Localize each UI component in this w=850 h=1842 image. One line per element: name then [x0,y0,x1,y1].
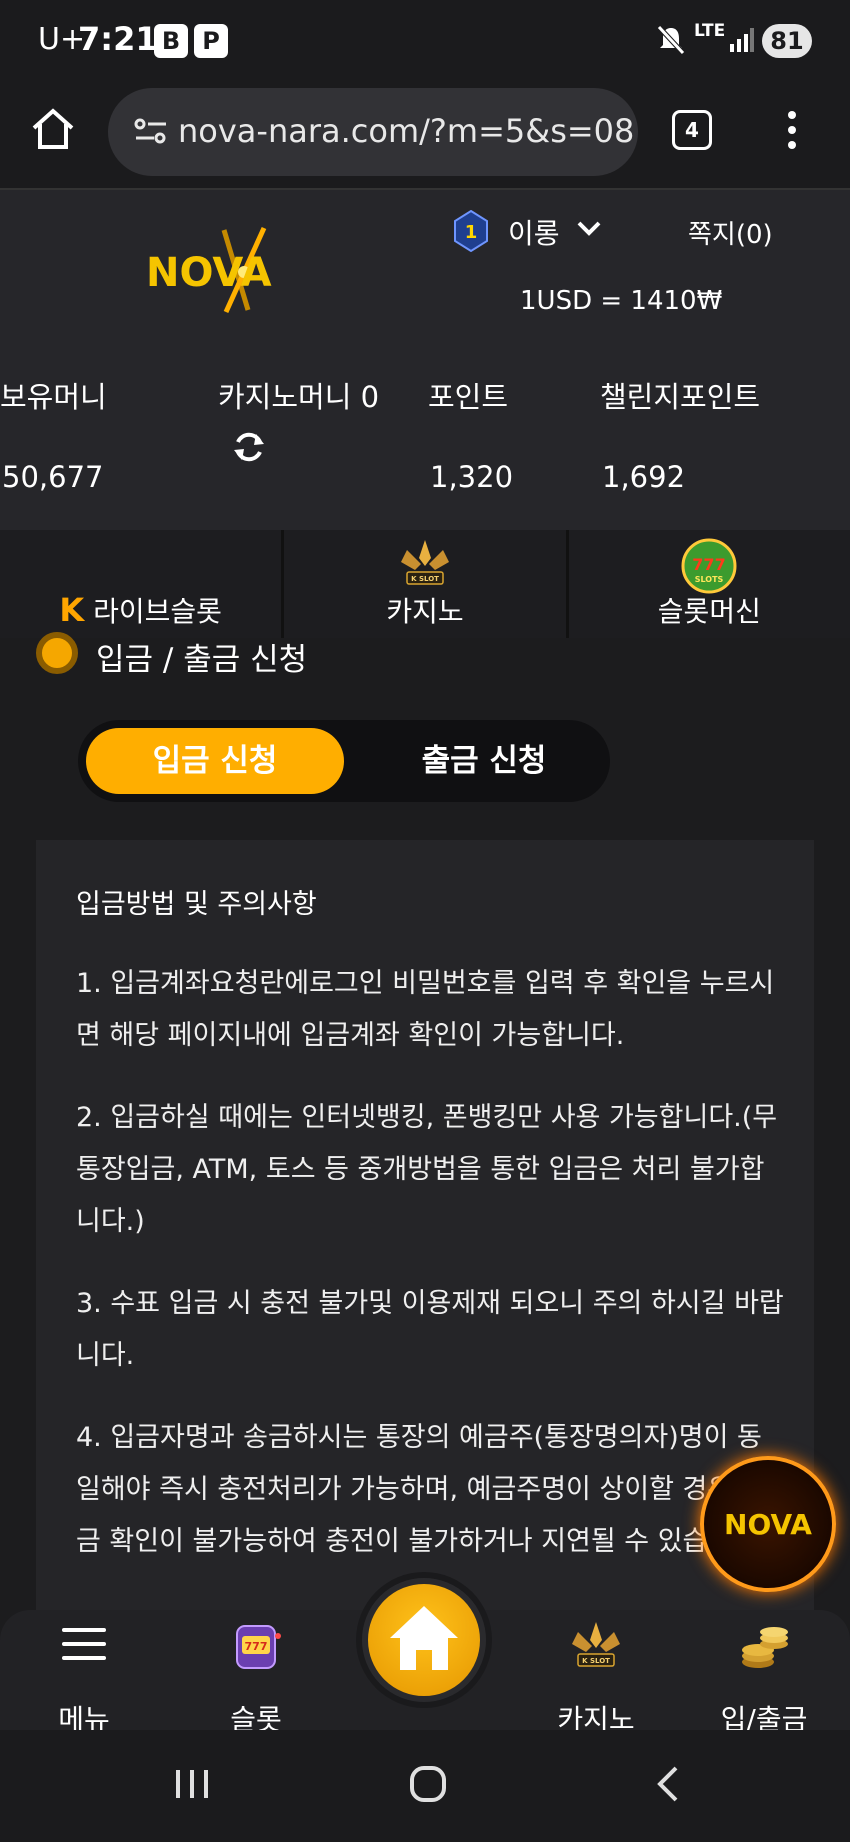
tab-withdraw-request[interactable]: 출금 신청 [364,728,604,794]
category-casino-label: 카지노 [386,595,464,628]
floating-nova-button[interactable]: NOVA [700,1456,836,1592]
floating-logo-text: NOVA [724,1508,812,1541]
nav-casino[interactable]: K SLOT 카지노 [536,1618,656,1736]
refresh-icon[interactable] [232,430,266,464]
browser-toolbar: nova-nara.com/?m=5&s=08 4 [0,82,850,190]
coins-icon [742,1627,788,1668]
messages-link[interactable]: 쪽지(0) [688,214,773,251]
section-bullet-icon [36,632,78,674]
hamburger-icon [62,1628,106,1660]
status-bar: U+ 7:21 B P LTE 81 [0,0,850,82]
balance-value-money: 50,677 [2,460,104,494]
svg-text:777: 777 [693,555,726,574]
notice-item-4: 4. 입금자명과 송금하시는 통장의 예금주(통장명의자)명이 동일해야 즉시 … [76,1422,766,1557]
notice-item-2: 2. 입금하실 때에는 인터넷뱅킹, 폰뱅킹만 사용 가능합니다.(무통장입금,… [76,1102,778,1237]
signal-icon [730,28,754,52]
k-brand-icon: K [59,591,85,629]
balance-value-points: 1,320 [430,460,514,494]
chevron-down-icon[interactable] [576,220,602,238]
mute-icon [657,25,685,55]
category-nav: K 라이브슬롯 K SLOT 카지노 777 SLOTS 슬롯머신 [0,530,850,638]
live-slot-icon [109,536,173,588]
deposit-withdraw-toggle: 입금 신청 출금 신청 [78,720,610,802]
category-label: K 라이브슬롯 [0,590,281,630]
level-badge-icon: 1 [454,210,488,252]
home-icon [390,1606,458,1670]
site-settings-icon[interactable] [134,116,168,146]
svg-text:777: 777 [245,1640,268,1653]
slot-machine-icon: 777 [236,1625,281,1669]
more-options-icon[interactable] [786,110,798,150]
browser-home-icon[interactable] [30,106,76,152]
nova-logo[interactable]: NOVA [146,220,316,320]
address-bar[interactable]: nova-nara.com/?m=5&s=08 [108,88,638,176]
category-slot-machine[interactable]: 777 SLOTS 슬롯머신 [569,530,850,638]
tab-deposit-request[interactable]: 입금 신청 [86,728,344,794]
notice-item-1: 1. 입금계좌요청란에로그인 비밀번호를 입력 후 확인을 누르시면 해당 페이… [76,968,775,1051]
battery-level: 81 [762,24,812,58]
deposit-notice-panel: 입금방법 및 주의사항 1. 입금계좌요청란에로그인 비밀번호를 입력 후 확인… [36,840,814,1620]
home-button[interactable] [362,1578,486,1702]
k-slot-icon: K SLOT [572,1622,620,1667]
p-app-icon: P [194,24,228,58]
site-header: NOVA 1 이롱 쪽지(0) 1USD = 1410₩ 보유머니 50,677… [0,190,850,530]
url-text: nova-nara.com/?m=5&s=08 [178,112,635,150]
category-live-slot-label: 라이브슬롯 [93,595,222,628]
recent-apps-icon[interactable] [172,1766,212,1802]
system-home-icon[interactable] [408,1764,448,1804]
exchange-rate: 1USD = 1410₩ [520,286,723,316]
logo-text: NOVA [146,250,272,296]
k-slot-icon: K SLOT [400,540,449,585]
balance-label-casino: 카지노머니 0 [218,380,380,414]
section-title: 입금 / 출금 신청 [96,642,308,678]
nova-logo-icon: NOVA [724,1508,812,1541]
level-number: 1 [465,222,478,243]
notice-item-3: 3. 수표 입금 시 충전 불가및 이용제재 되오니 주의 하시길 바랍니다. [76,1288,784,1371]
category-slot-machine-label: 슬롯머신 [657,595,761,628]
network-type: LTE [694,21,726,41]
category-casino[interactable]: K SLOT 카지노 [284,530,569,638]
777-slots-icon: 777 SLOTS [681,538,737,594]
balance-value-challenge: 1,692 [602,460,686,494]
nav-slot[interactable]: 777 슬롯 [196,1618,316,1736]
category-live-slot[interactable]: K 라이브슬롯 [0,530,285,638]
svg-text:SLOTS: SLOTS [695,575,724,584]
balance-label-money: 보유머니 [0,380,107,414]
balance-label-challenge: 챌린지포인트 [600,380,761,414]
balance-label-points: 포인트 [428,380,509,414]
back-icon[interactable] [652,1764,682,1804]
b-app-icon: B [154,24,188,58]
notice-title: 입금방법 및 주의사항 [76,889,317,920]
system-nav-bar [0,1730,850,1842]
svg-text:K SLOT: K SLOT [411,575,439,583]
clock: 7:21 [78,20,158,58]
tab-switcher-button[interactable]: 4 [672,110,712,150]
nav-menu[interactable]: 메뉴 [24,1618,144,1736]
svg-text:K SLOT: K SLOT [582,1657,610,1665]
nav-deposit-withdraw[interactable]: 입/출금 [704,1618,824,1736]
username[interactable]: 이롱 [508,212,560,252]
